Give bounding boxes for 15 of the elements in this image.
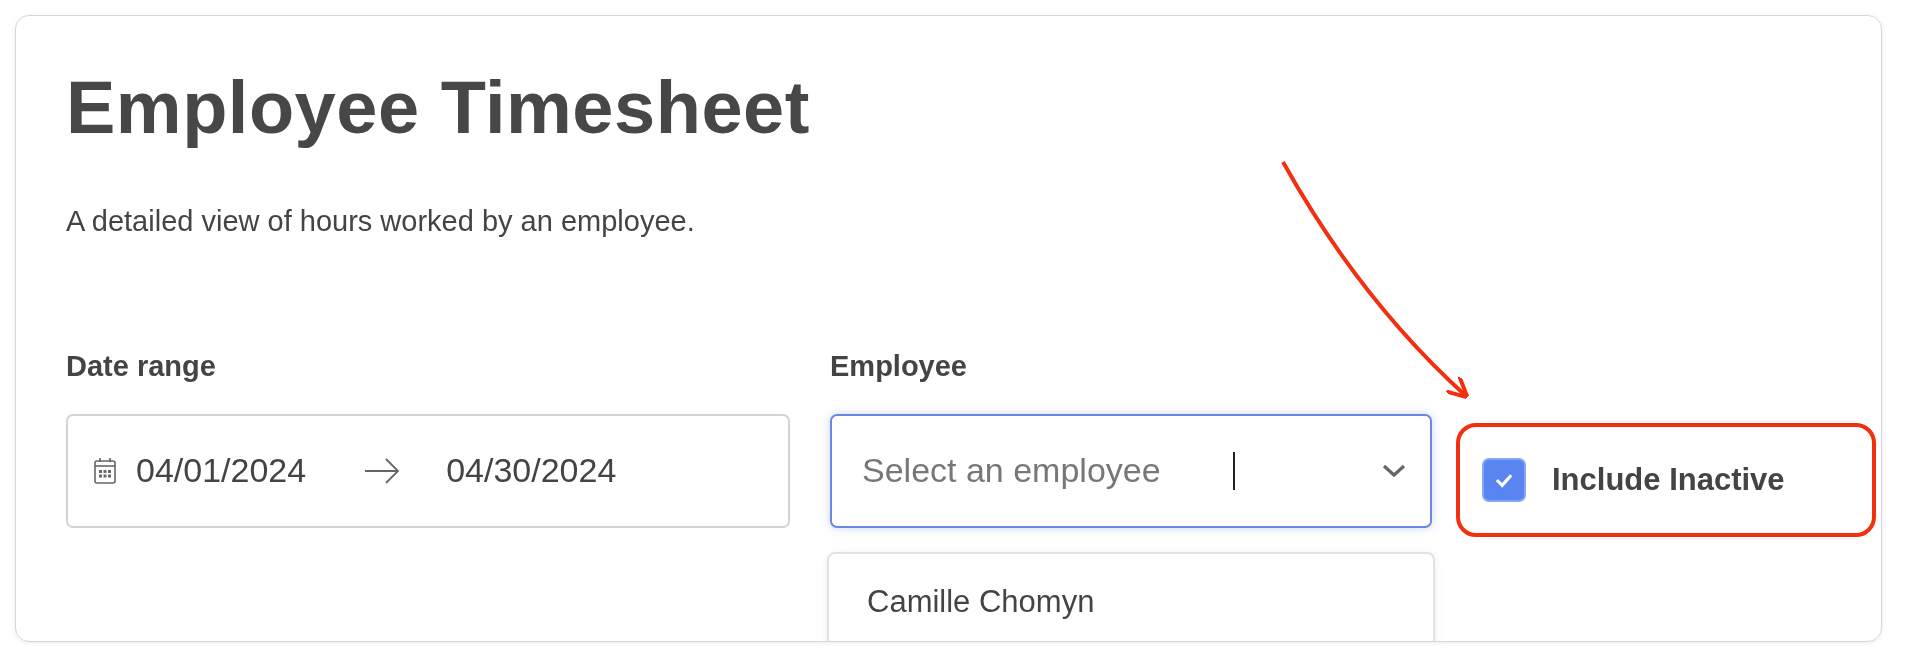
page-description: A detailed view of hours worked by an employee. bbox=[66, 204, 696, 238]
dropdown-option[interactable]: Camille Chomyn bbox=[829, 583, 1433, 620]
checkbox-label: Include Inactive bbox=[1552, 461, 1785, 498]
calendar-icon bbox=[94, 457, 116, 484]
end-date: 04/30/2024 bbox=[446, 451, 617, 491]
arrow-right-icon bbox=[364, 457, 401, 484]
text-cursor bbox=[1233, 451, 1235, 490]
field-label: Employee bbox=[830, 349, 968, 383]
checkbox[interactable] bbox=[1482, 457, 1526, 502]
date-range-field[interactable]: 04/01/2024 04/30/2024 bbox=[66, 413, 790, 528]
employee-select[interactable]: Select an employee bbox=[830, 413, 1432, 528]
start-date: 04/01/2024 bbox=[136, 451, 307, 491]
chevron-down-icon bbox=[1382, 463, 1406, 478]
page-title: Employee Timesheet bbox=[66, 65, 811, 151]
field-label: Date range bbox=[66, 349, 217, 383]
